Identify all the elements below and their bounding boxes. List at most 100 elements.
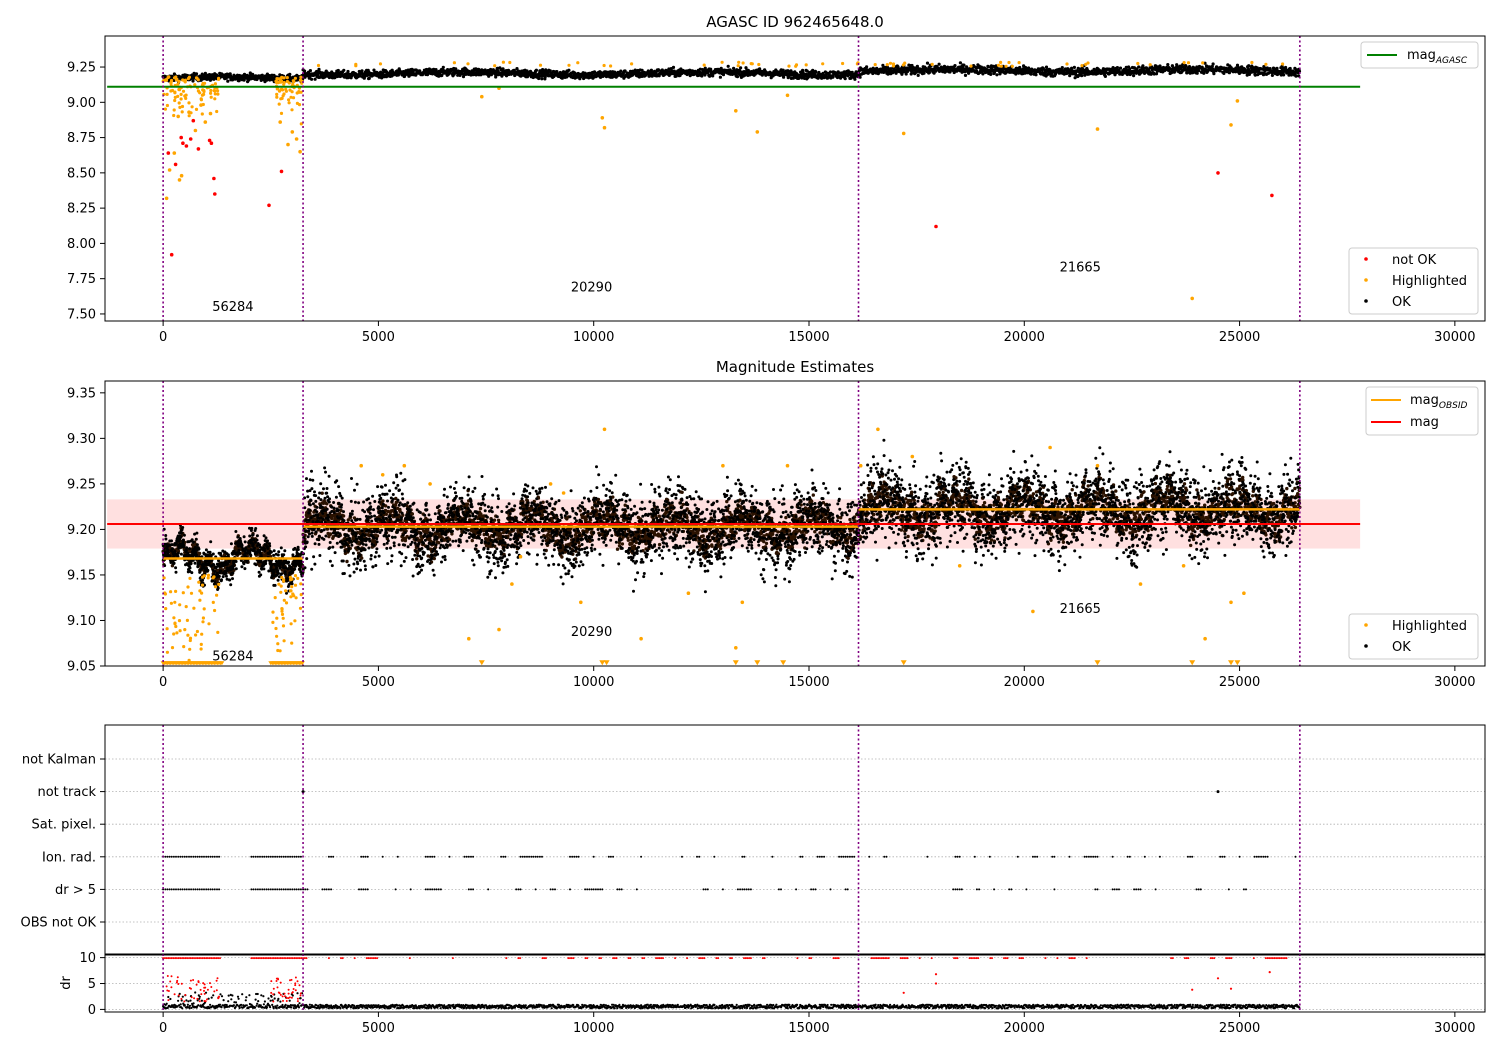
ok-point — [367, 76, 371, 80]
highlighted-point — [298, 149, 302, 154]
highlighted-point — [282, 82, 286, 86]
highlighted-point — [1004, 64, 1008, 68]
y-tick-label-8.75: 8.75 — [67, 131, 96, 146]
highlighted-point — [749, 62, 753, 66]
highlighted-point — [293, 76, 297, 80]
highlighted-point — [1201, 61, 1205, 65]
highlighted-point — [737, 60, 741, 64]
highlighted-point — [208, 111, 213, 116]
highlighted-point — [279, 111, 284, 115]
highlighted-point — [999, 60, 1003, 64]
highlighted-point — [930, 62, 934, 66]
ok-point — [726, 64, 730, 68]
highlighted-point — [1080, 64, 1084, 68]
highlighted-point — [167, 168, 172, 172]
not-ok-point — [166, 151, 171, 155]
ok-point — [540, 77, 544, 81]
highlighted-point — [794, 63, 799, 67]
core-point — [341, 514, 346, 518]
highlighted-point — [891, 62, 896, 66]
highlighted-point — [176, 114, 180, 119]
highlighted-point — [178, 105, 182, 109]
core-point — [345, 559, 349, 564]
highlighted-point — [217, 77, 221, 81]
ok-point — [1070, 66, 1074, 70]
highlighted-point — [609, 64, 613, 68]
highlighted-point — [1136, 61, 1140, 66]
x-tick-label-15000: 15000 — [788, 330, 829, 345]
highlighted-point — [275, 95, 279, 99]
legend-marker-not-ok — [1364, 257, 1368, 261]
ok-point — [958, 61, 963, 65]
y-tick-label-8: 8.00 — [67, 237, 96, 252]
highlighted-point — [1182, 61, 1186, 65]
highlighted-point — [1264, 62, 1268, 66]
ok-point — [1282, 73, 1286, 77]
ok-point — [916, 73, 920, 77]
highlighted-point — [1095, 127, 1100, 131]
ok-point — [336, 68, 340, 73]
ok-point — [1270, 73, 1274, 77]
ok-point — [191, 79, 195, 83]
highlighted-point — [284, 89, 288, 93]
not-ok-point — [209, 141, 214, 145]
highlighted-point — [170, 88, 175, 93]
highlighted-point — [286, 142, 290, 147]
highlighted-point — [285, 76, 289, 80]
ok-point — [346, 69, 350, 74]
not-ok-point — [169, 252, 174, 257]
highlighted-point — [198, 91, 202, 95]
highlighted-point — [169, 81, 173, 86]
highlighted-point — [285, 79, 289, 84]
highlighted-point — [736, 64, 740, 68]
ok-point — [360, 69, 364, 73]
highlighted-point — [176, 94, 180, 98]
highlighted-point — [199, 98, 203, 102]
ok-point — [1195, 71, 1199, 75]
y-tick-label-9: 9.00 — [67, 96, 96, 111]
highlighted-point — [179, 97, 183, 101]
ok-point — [843, 77, 847, 81]
ok-point — [1080, 74, 1084, 78]
highlighted-point — [209, 91, 213, 95]
highlighted-point — [508, 60, 512, 65]
legend-label-ok: OK — [1392, 295, 1411, 310]
obsid-label-21665: 21665 — [1060, 261, 1101, 276]
highlighted-point — [216, 92, 220, 96]
highlighted-point — [176, 82, 180, 86]
highlighted-point — [172, 113, 176, 118]
highlighted-point — [1084, 62, 1088, 66]
highlighted-point — [215, 109, 219, 114]
highlighted-point — [279, 80, 283, 84]
panel1-obsid-labels: 562842029021665 — [212, 261, 1101, 316]
highlighted-point — [202, 89, 206, 94]
legend-label-not-ok: not OK — [1392, 253, 1437, 268]
highlighted-point — [203, 81, 207, 85]
not-ok-point — [267, 203, 271, 208]
highlighted-point — [602, 63, 606, 68]
highlighted-point — [287, 98, 291, 102]
highlighted-point — [174, 75, 178, 79]
ok-point — [735, 75, 740, 79]
legend-mag-text: mag — [1407, 48, 1436, 63]
highlighted-point — [209, 95, 213, 99]
highlighted-point — [299, 75, 303, 79]
highlighted-point — [203, 120, 208, 124]
highlighted-point — [1229, 123, 1233, 127]
highlighted-point — [885, 63, 889, 67]
highlighted-point — [177, 101, 181, 105]
obsid-label-20290: 20290 — [571, 280, 612, 295]
ok-point — [1060, 66, 1064, 70]
highlighted-point — [821, 62, 825, 66]
ok-point — [1034, 73, 1038, 77]
core-point — [197, 551, 202, 556]
highlighted-point — [734, 109, 738, 113]
ok-point — [567, 68, 571, 72]
highlighted-point — [173, 91, 177, 95]
highlighted-point — [1148, 63, 1152, 67]
highlighted-point — [179, 92, 183, 96]
highlighted-point — [193, 128, 198, 133]
core-point — [328, 532, 333, 536]
ok-point — [308, 69, 312, 73]
core-point — [560, 555, 564, 559]
